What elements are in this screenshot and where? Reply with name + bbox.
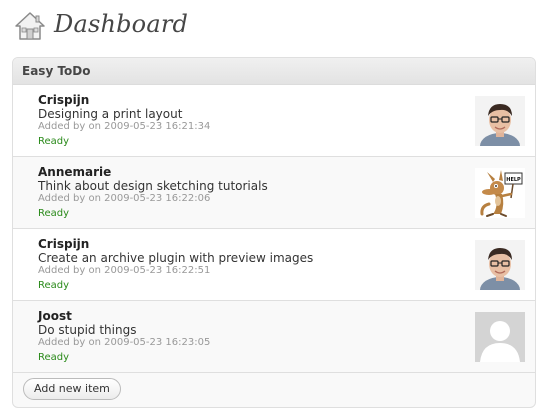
home-icon: [15, 12, 45, 40]
todo-author: Crispijn: [38, 93, 90, 107]
todo-item: Joost Do stupid things Added by on 2009-…: [13, 301, 535, 373]
todo-meta: Added by on 2009-05-23 16:22:51: [38, 265, 211, 276]
svg-text:HELP: HELP: [506, 177, 521, 183]
add-new-item-button[interactable]: Add new item: [23, 378, 121, 400]
todo-author: Joost: [38, 309, 72, 323]
page-header: Dashboard: [14, 8, 534, 44]
todo-meta: Added by on 2009-05-23 16:23:05: [38, 337, 211, 348]
todo-meta: Added by on 2009-05-23 16:22:06: [38, 193, 211, 204]
avatar: [475, 312, 525, 362]
avatar: [475, 96, 525, 146]
todo-item: Crispijn Create an archive plugin with p…: [13, 229, 535, 301]
todo-author: Annemarie: [38, 165, 112, 179]
todo-list: Crispijn Designing a print layout Added …: [13, 85, 535, 373]
todo-status[interactable]: Ready: [38, 352, 69, 363]
todo-task: Think about design sketching tutorials: [38, 179, 268, 193]
todo-item: Crispijn Designing a print layout Added …: [13, 85, 535, 157]
todo-task: Do stupid things: [38, 323, 137, 337]
cartoon-coyote-help-sign-icon: HELP: [475, 168, 525, 218]
easy-todo-widget: Easy ToDo Crispijn Designing a print lay…: [12, 57, 536, 408]
widget-title[interactable]: Easy ToDo: [13, 58, 535, 85]
todo-task: Create an archive plugin with preview im…: [38, 251, 314, 265]
person-photo-icon: [475, 240, 525, 290]
todo-author: Crispijn: [38, 237, 90, 251]
todo-task: Designing a print layout: [38, 107, 183, 121]
todo-status[interactable]: Ready: [38, 136, 69, 147]
todo-status[interactable]: Ready: [38, 208, 69, 219]
todo-item: Annemarie Think about design sketching t…: [13, 157, 535, 229]
todo-status[interactable]: Ready: [38, 280, 69, 291]
person-photo-icon: [475, 96, 525, 146]
avatar: [475, 240, 525, 290]
avatar: HELP: [475, 168, 525, 218]
default-avatar-icon: [475, 312, 525, 362]
page-title: Dashboard: [54, 10, 189, 38]
todo-meta: Added by on 2009-05-23 16:21:34: [38, 121, 211, 132]
